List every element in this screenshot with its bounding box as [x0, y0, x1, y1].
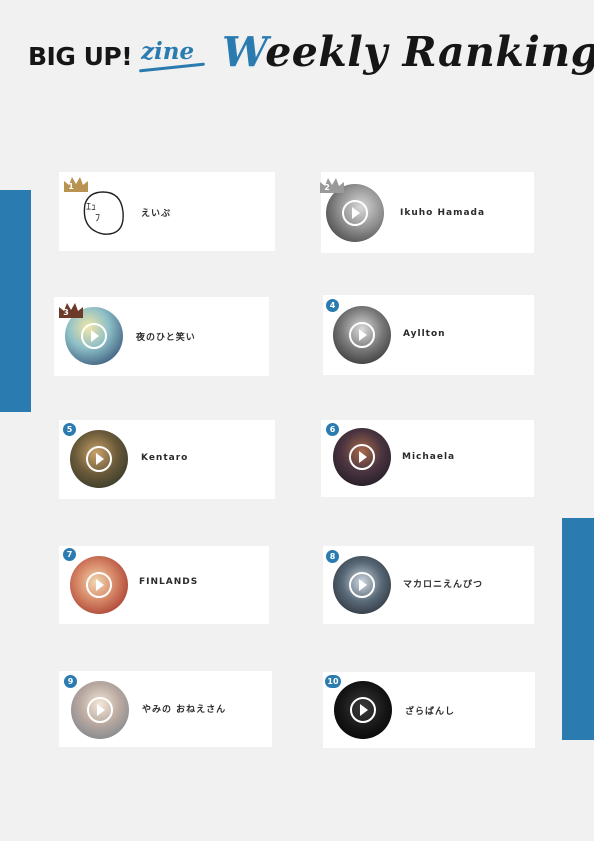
- artist-name: やみの おねえさん: [142, 705, 227, 715]
- rank-number: 1: [68, 182, 74, 191]
- artist-avatar[interactable]: [70, 430, 128, 488]
- rank-number: 3: [63, 308, 69, 317]
- artist-avatar[interactable]: [334, 681, 392, 739]
- decorative-bar-right: [562, 518, 594, 740]
- play-icon[interactable]: [350, 697, 376, 723]
- artist-avatar[interactable]: [333, 306, 391, 364]
- rank-badge: 4: [326, 299, 339, 312]
- artist-name: 夜のひと笑い: [136, 333, 196, 343]
- rank-badge: 8: [326, 550, 339, 563]
- play-icon[interactable]: [87, 697, 113, 723]
- ranking-card-4[interactable]: Ayllton: [323, 295, 534, 375]
- page-title: Weekly Ranking: [222, 28, 594, 76]
- brand-logo-sub: zine: [141, 38, 195, 65]
- rank-badge: 6: [326, 423, 339, 436]
- ranking-card-8[interactable]: マカロニえんぴつ: [323, 546, 534, 624]
- avatar-doodle: ｴｭ ﾌ: [75, 184, 133, 242]
- decorative-bar-left: [0, 190, 31, 412]
- artist-name: FINLANDS: [139, 577, 199, 587]
- artist-name: ざらばんし: [405, 707, 456, 717]
- brand-logo: BIG UP!: [28, 42, 133, 71]
- svg-text:ﾌ: ﾌ: [95, 213, 100, 224]
- rank-badge: 7: [63, 548, 76, 561]
- ranking-card-2[interactable]: Ikuho Hamada: [321, 172, 534, 253]
- play-icon[interactable]: [349, 444, 375, 470]
- play-icon[interactable]: [349, 572, 375, 598]
- play-icon[interactable]: [86, 572, 112, 598]
- crown-bronze-icon: 3: [59, 302, 83, 318]
- ranking-card-7[interactable]: FINLANDS: [59, 546, 269, 624]
- header: BIG UP! zine Weekly Ranking: [0, 0, 594, 110]
- play-icon[interactable]: [81, 323, 107, 349]
- artist-avatar[interactable]: [333, 556, 391, 614]
- artist-avatar[interactable]: [333, 428, 391, 486]
- ranking-card-3[interactable]: 夜のひと笑い: [54, 297, 269, 376]
- ranking-card-9[interactable]: やみの おねえさん: [59, 671, 272, 747]
- play-icon[interactable]: [349, 322, 375, 348]
- rank-number: 2: [324, 183, 330, 192]
- artist-name: Kentaro: [141, 453, 189, 463]
- ranking-card-5[interactable]: Kentaro: [59, 420, 275, 499]
- play-icon[interactable]: [342, 200, 368, 226]
- rank-badge: 5: [63, 423, 76, 436]
- svg-text:ｴｭ: ｴｭ: [86, 202, 96, 213]
- page-title-initial: W: [222, 28, 266, 76]
- rank-badge: 9: [64, 675, 77, 688]
- artist-avatar[interactable]: [70, 556, 128, 614]
- ranking-card-1[interactable]: ｴｭ ﾌ えいぷ: [59, 172, 275, 251]
- artist-avatar[interactable]: [71, 681, 129, 739]
- artist-name: Ikuho Hamada: [400, 208, 486, 218]
- crown-silver-icon: 2: [320, 177, 344, 193]
- ranking-card-6[interactable]: Michaela: [321, 420, 534, 497]
- ranking-card-10[interactable]: ざらばんし: [323, 672, 535, 748]
- crown-gold-icon: 1: [64, 176, 88, 192]
- doodle-face-icon: ｴｭ ﾌ: [83, 191, 124, 235]
- artist-name: Michaela: [402, 452, 456, 462]
- rank-badge: 10: [325, 675, 341, 688]
- artist-name: Ayllton: [403, 329, 446, 339]
- artist-name: えいぷ: [141, 209, 172, 219]
- artist-name: マカロニえんぴつ: [403, 580, 484, 590]
- page-title-rest: eekly Ranking: [265, 28, 594, 76]
- play-icon[interactable]: [86, 446, 112, 472]
